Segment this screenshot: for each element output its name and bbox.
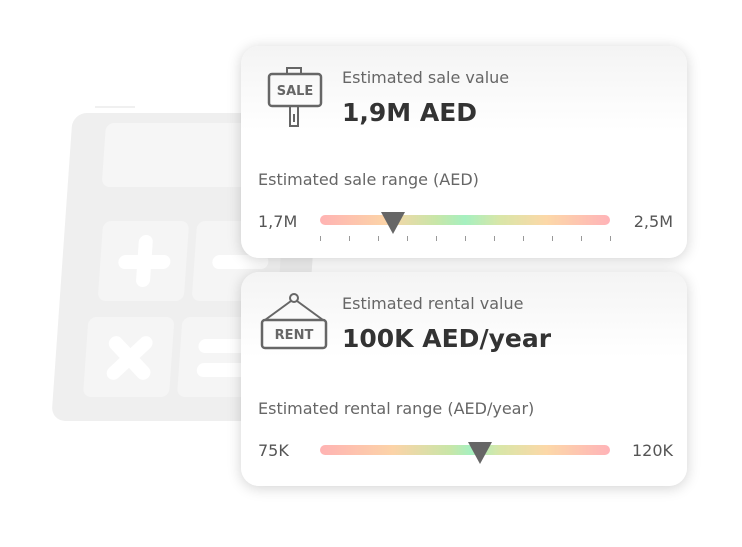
sale-range-label: Estimated sale range (AED) bbox=[258, 170, 479, 189]
range-tick bbox=[436, 236, 437, 241]
range-tick bbox=[494, 236, 495, 241]
rent-sign-icon: RENT bbox=[260, 293, 328, 350]
sale-card: SALE Estimated sale value 1,9M AED Estim… bbox=[241, 46, 687, 258]
rent-range-min: 75K bbox=[258, 441, 289, 460]
svg-text:SALE: SALE bbox=[277, 84, 314, 99]
sale-value: 1,9M AED bbox=[342, 98, 478, 127]
rent-value-label: Estimated rental value bbox=[342, 294, 524, 313]
multiply-key bbox=[82, 317, 175, 397]
sale-range-min: 1,7M bbox=[258, 212, 298, 231]
rent-range-max: 120K bbox=[631, 441, 673, 460]
rent-range-label: Estimated rental range (AED/year) bbox=[258, 399, 535, 418]
svg-text:RENT: RENT bbox=[275, 328, 314, 343]
range-tick bbox=[465, 236, 466, 241]
sale-range-bar bbox=[320, 215, 610, 225]
decor-line bbox=[95, 106, 135, 108]
sale-value-label: Estimated sale value bbox=[342, 68, 510, 87]
range-tick bbox=[610, 236, 611, 241]
rent-value-marker bbox=[467, 442, 492, 464]
sale-range-ticks bbox=[320, 236, 611, 242]
range-tick bbox=[552, 236, 553, 241]
range-tick bbox=[349, 236, 350, 241]
sale-sign-icon: SALE bbox=[267, 67, 323, 127]
plus-key bbox=[97, 221, 190, 301]
rent-card: RENT Estimated rental value 100K AED/yea… bbox=[241, 272, 687, 486]
sale-range-max: 2,5M bbox=[633, 212, 673, 231]
range-tick bbox=[407, 236, 408, 241]
range-tick bbox=[581, 236, 582, 241]
range-tick bbox=[320, 236, 321, 241]
range-tick bbox=[378, 236, 379, 241]
rent-range-bar bbox=[320, 445, 610, 455]
sale-value-marker bbox=[380, 212, 405, 234]
range-tick bbox=[523, 236, 524, 241]
rent-value: 100K AED/year bbox=[342, 324, 552, 353]
